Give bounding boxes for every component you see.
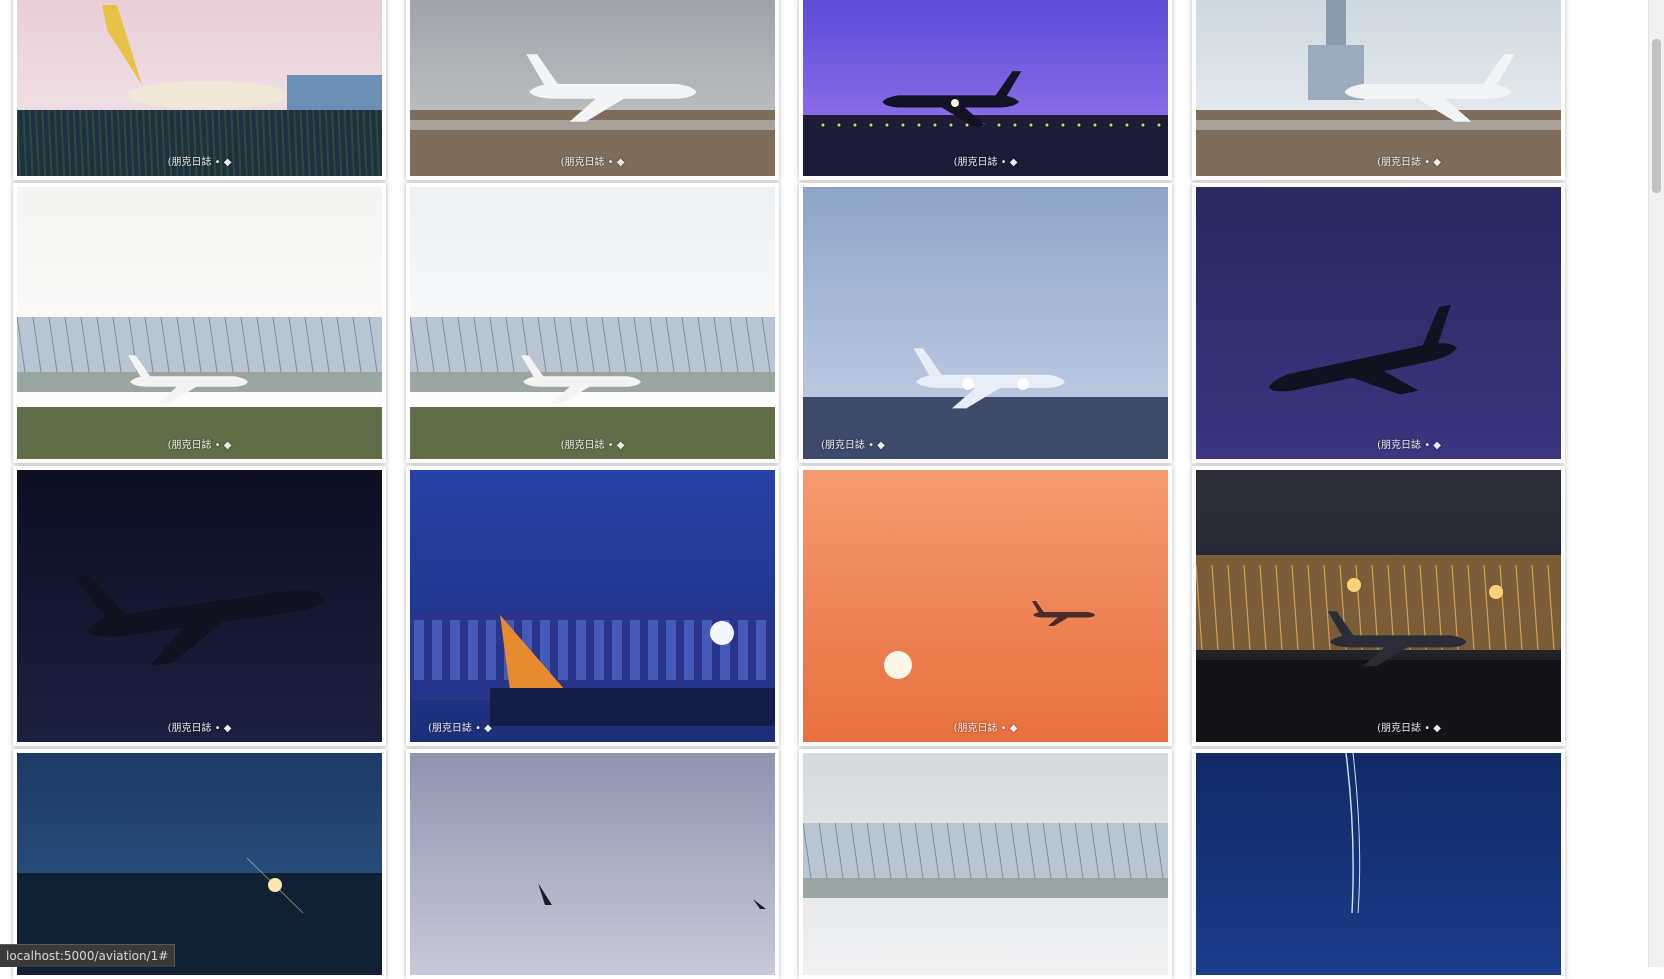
photo-scene: [17, 187, 382, 459]
photo-scene: [1196, 753, 1561, 975]
photo-watermark: (朋克日誌 • ◆: [821, 436, 885, 451]
photo-scene: [410, 0, 775, 176]
photo-night-takeoff-purple[interactable]: (朋克日誌 • ◆: [799, 0, 1172, 180]
photo-watermark: (朋克日誌 • ◆: [954, 153, 1018, 168]
photo-watermark: (朋克日誌 • ◆: [428, 719, 492, 734]
photo-air-china-a330-night[interactable]: (朋克日誌 • ◆: [13, 466, 386, 746]
photo-scene: [17, 0, 382, 176]
photo-watermark: (朋克日誌 • ◆: [168, 436, 232, 451]
photo-scene: [1196, 0, 1561, 176]
photo-scene: [803, 470, 1168, 742]
photo-image: [17, 753, 382, 975]
photo-image: (朋克日誌 • ◆: [17, 0, 382, 176]
photo-scene: [410, 187, 775, 459]
photo-watermark: (朋克日誌 • ◆: [1377, 153, 1441, 168]
photo-scene: [803, 753, 1168, 975]
photo-terminal-night-lights[interactable]: (朋克日誌 • ◆: [1192, 466, 1565, 746]
photo-image: (朋克日誌 • ◆: [1196, 187, 1561, 459]
photo-watermark: (朋克日誌 • ◆: [168, 719, 232, 734]
photo-yellow-cargo-jet[interactable]: (朋克日誌 • ◆: [13, 0, 386, 180]
photo-scene: [1196, 470, 1561, 742]
photo-image: (朋克日誌 • ◆: [410, 0, 775, 176]
photo-scene: [410, 470, 775, 742]
photo-image: (朋克日誌 • ◆: [17, 187, 382, 459]
photo-sunset-orange[interactable]: (朋克日誌 • ◆: [799, 466, 1172, 746]
photo-image: [803, 753, 1168, 975]
photo-image: (朋克日誌 • ◆: [803, 0, 1168, 176]
photo-tail-fin-blue-hour[interactable]: (朋克日誌 • ◆: [406, 466, 779, 746]
photo-scene: [803, 0, 1168, 176]
photo-grey-dusk-tail[interactable]: [406, 749, 779, 979]
photo-scene: [17, 470, 382, 742]
photo-watermark: (朋克日誌 • ◆: [561, 153, 625, 168]
photo-united-777-lights[interactable]: (朋克日誌 • ◆: [799, 183, 1172, 463]
photo-light-trails[interactable]: [1192, 749, 1565, 979]
photo-scene: [1196, 187, 1561, 459]
photo-image: (朋克日誌 • ◆: [410, 187, 775, 459]
photo-watermark: (朋克日誌 • ◆: [168, 153, 232, 168]
photo-air-france-777[interactable]: (朋克日誌 • ◆: [406, 0, 779, 180]
photo-image: (朋克日誌 • ◆: [410, 470, 775, 742]
vertical-scrollbar[interactable]: [1648, 0, 1664, 967]
photo-scene: [410, 753, 775, 975]
photo-image: (朋克日誌 • ◆: [1196, 0, 1561, 176]
photo-watermark: (朋克日誌 • ◆: [1377, 719, 1441, 734]
scrollbar-thumb[interactable]: [1652, 39, 1661, 194]
photo-fedex-md11[interactable]: (朋克日誌 • ◆: [406, 183, 779, 463]
photo-gallery-grid: (朋克日誌 • ◆ (朋克日誌 • ◆ (朋克日誌 • ◆ (朋克日誌 • ◆ (朋克日…: [0, 0, 1664, 967]
photo-terminal-roof[interactable]: [799, 749, 1172, 979]
photo-image: (朋克日誌 • ◆: [803, 470, 1168, 742]
photo-image: (朋克日誌 • ◆: [1196, 470, 1561, 742]
photo-united-777-tower[interactable]: (朋克日誌 • ◆: [1192, 0, 1565, 180]
status-bar-url: localhost:5000/aviation/1#: [0, 944, 175, 967]
photo-china-southern-737[interactable]: (朋克日誌 • ◆: [13, 183, 386, 463]
photo-image: (朋克日誌 • ◆: [803, 187, 1168, 459]
photo-scene: [17, 753, 382, 975]
photo-watermark: (朋克日誌 • ◆: [954, 719, 1018, 734]
photo-image: (朋克日誌 • ◆: [17, 470, 382, 742]
photo-watermark: (朋克日誌 • ◆: [561, 436, 625, 451]
photo-watermark: (朋克日誌 • ◆: [1377, 436, 1441, 451]
photo-image: [1196, 753, 1561, 975]
photo-scene: [803, 187, 1168, 459]
photo-air-china-night-climb[interactable]: (朋克日誌 • ◆: [1192, 183, 1565, 463]
photo-image: [410, 753, 775, 975]
